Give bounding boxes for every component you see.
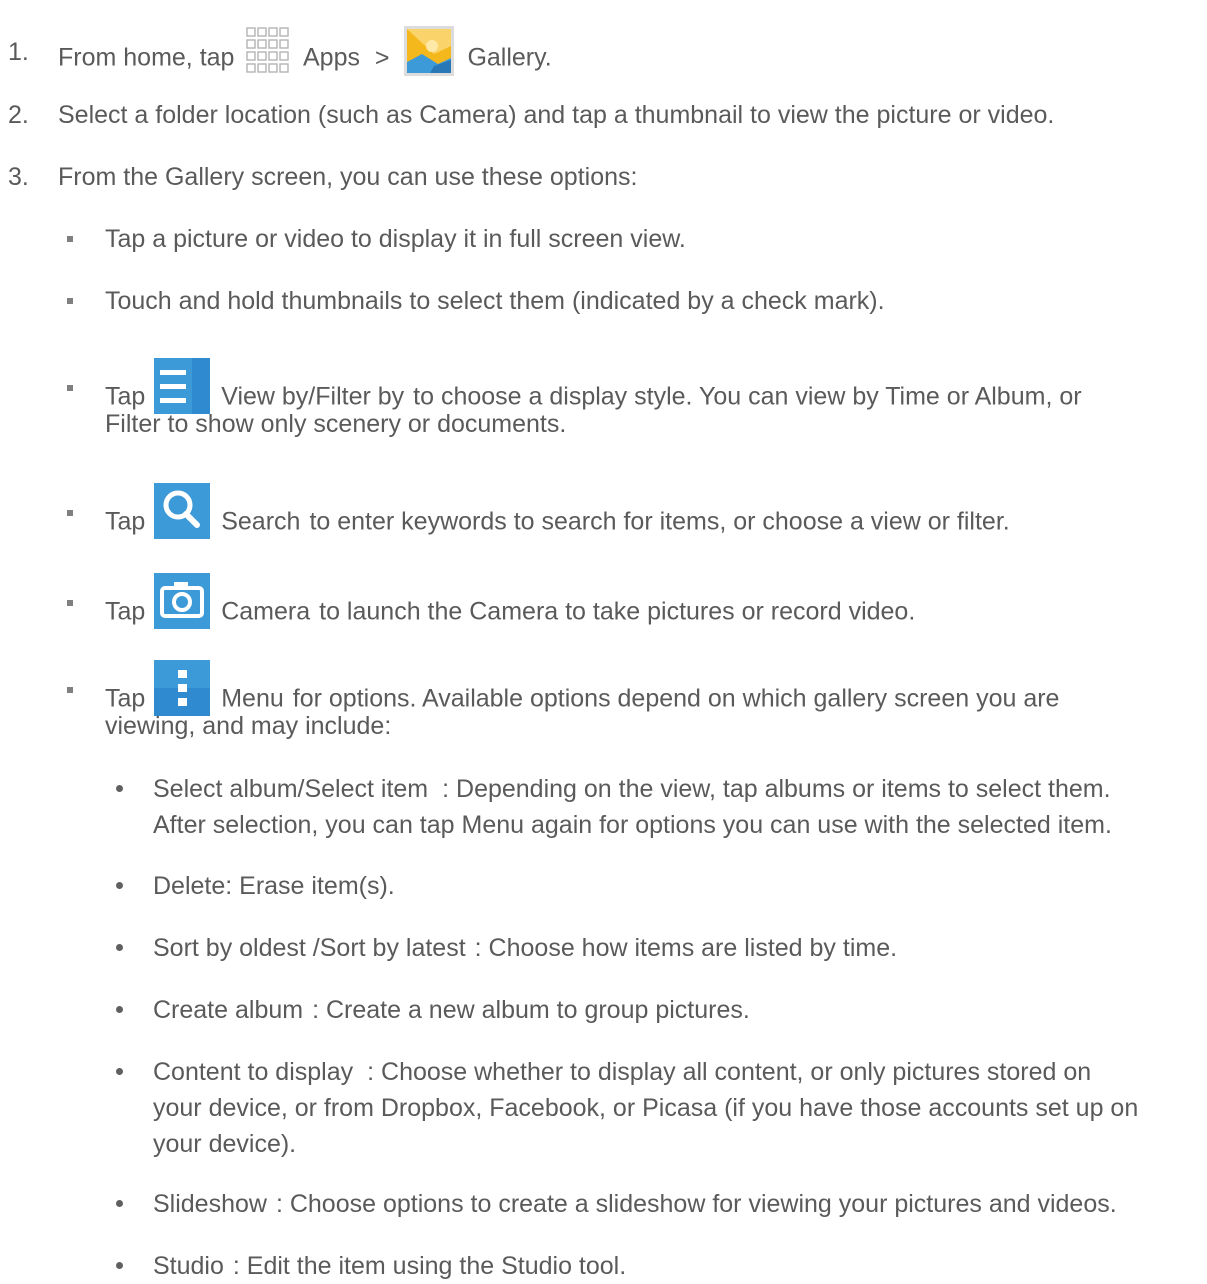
step-text: From the Gallery screen, you can use the… [58,163,638,191]
step-number: 3. [8,163,29,191]
step-number: 2. [8,101,29,129]
option-name: Studio [153,1252,224,1280]
bullet-dot [116,1200,123,1207]
bullet-dot [116,944,123,951]
bullet-dot [116,1262,123,1269]
option-item: Select album/Select item: Depending on t… [0,771,1207,843]
bullet-square [67,600,73,606]
bullet-square [67,236,73,242]
bullet-square [67,510,73,516]
gallery-label: Gallery [467,43,545,72]
option-name: Select album/Select item [153,775,429,803]
list-item: Touch and hold thumbnails to select them… [0,283,1207,319]
camera-icon [154,573,211,629]
option-item: Slideshow: Choose options to create a sl… [0,1186,1207,1222]
list-item: Tap a picture or video to display it in … [0,221,1207,257]
step-number: 1. [8,38,29,66]
option-item: Create album: Create a new album to grou… [0,992,1207,1028]
list-item: Tap Menu for options. Available options d… [0,660,1207,744]
option-name: Slideshow [153,1190,267,1218]
option-name: Delete [153,872,226,900]
option-name: Sort by oldest /Sort by latest [153,934,466,962]
option-name: Content to display [153,1058,354,1086]
apps-label: Apps [302,43,360,72]
step-2: 2. Select a folder location (such as Cam… [0,97,1207,133]
bullet-dot [116,785,123,792]
camera-label: Camera [221,597,311,626]
step-text: From home, tap [58,43,235,72]
option-item: Delete: Erase item(s). [0,868,1207,904]
bullet-square [67,298,73,304]
list-item: Tap View by/Filter by to choose a display… [0,358,1207,442]
option-item: Content to display: Choose whether to di… [0,1054,1207,1162]
gallery-icon [404,26,455,76]
list-item: Tap Camera to launch the Camera to take p… [0,573,1207,629]
apps-grid-icon [245,26,293,76]
option-item: Studio: Edit the item using the Studio t… [0,1248,1207,1284]
option-name: Create album [153,996,304,1024]
list-item: Tap Search to enter keywords to search fo… [0,483,1207,539]
step-text: Select a folder location (such as Camera… [58,101,1055,129]
separator: > [374,43,390,72]
step-3: 3. From the Gallery screen, you can use … [0,159,1207,195]
search-icon [154,483,211,539]
bullet-dot [116,882,123,889]
step-1: 1. From home, tap Apps > Gallery. [0,26,1207,76]
bullet-square [67,385,73,391]
bullet-dot [116,1068,123,1075]
bullet-square [67,687,73,693]
option-item: Sort by oldest /Sort by latest: Choose h… [0,930,1207,966]
bullet-dot [116,1006,123,1013]
search-label: Search [221,507,301,536]
